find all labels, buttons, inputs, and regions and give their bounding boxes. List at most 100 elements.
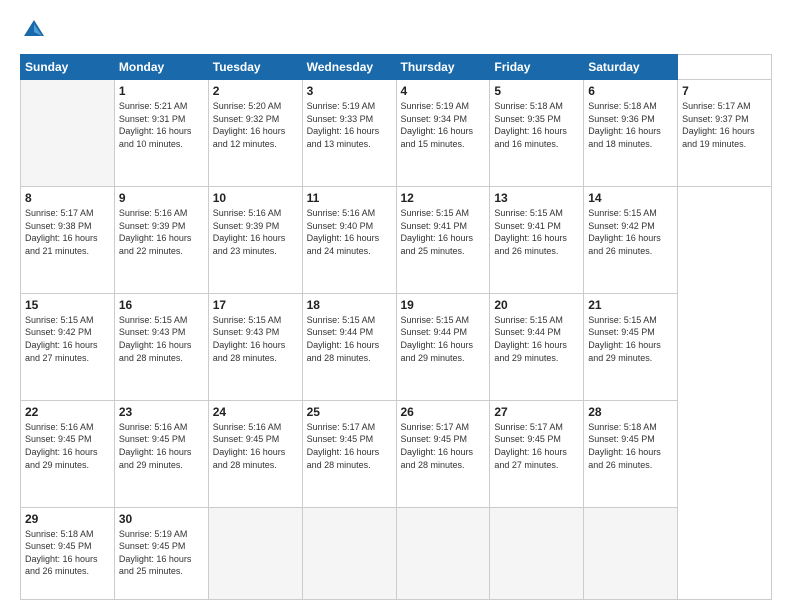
page: SundayMondayTuesdayWednesdayThursdayFrid…: [0, 0, 792, 612]
day-info: Sunrise: 5:18 AMSunset: 9:45 PMDaylight:…: [588, 421, 673, 471]
day-info: Sunrise: 5:16 AMSunset: 9:40 PMDaylight:…: [307, 207, 392, 257]
calendar-day: 4 Sunrise: 5:19 AMSunset: 9:34 PMDaylight…: [396, 80, 490, 187]
calendar-day: 7 Sunrise: 5:17 AMSunset: 9:37 PMDaylight…: [678, 80, 772, 187]
calendar-day: 26 Sunrise: 5:17 AMSunset: 9:45 PMDayligh…: [396, 400, 490, 507]
day-number: 1: [119, 84, 204, 98]
day-number: 26: [401, 405, 486, 419]
day-info: Sunrise: 5:15 AMSunset: 9:41 PMDaylight:…: [401, 207, 486, 257]
calendar-day: 9Sunrise: 5:16 AMSunset: 9:39 PMDaylight…: [114, 186, 208, 293]
calendar-week-row: 22 Sunrise: 5:16 AMSunset: 9:45 PMDayligh…: [21, 400, 772, 507]
day-number: 14: [588, 191, 673, 205]
weekday-header-cell: Saturday: [584, 55, 678, 80]
day-info: Sunrise: 5:15 AMSunset: 9:43 PMDaylight:…: [213, 314, 298, 364]
calendar-day: 8 Sunrise: 5:17 AMSunset: 9:38 PMDaylight…: [21, 186, 115, 293]
day-info: Sunrise: 5:17 AMSunset: 9:38 PMDaylight:…: [25, 207, 110, 257]
weekday-header-cell: Friday: [490, 55, 584, 80]
calendar-day: [490, 507, 584, 599]
calendar-day-empty: [21, 80, 115, 187]
calendar-day: 14 Sunrise: 5:15 AMSunset: 9:42 PMDayligh…: [584, 186, 678, 293]
calendar-week-row: 29 Sunrise: 5:18 AMSunset: 9:45 PMDayligh…: [21, 507, 772, 599]
calendar-body: 1 Sunrise: 5:21 AMSunset: 9:31 PMDaylight…: [21, 80, 772, 600]
day-number: 25: [307, 405, 392, 419]
day-number: 30: [119, 512, 204, 526]
day-number: 27: [494, 405, 579, 419]
day-number: 2: [213, 84, 298, 98]
weekday-header-cell: Wednesday: [302, 55, 396, 80]
day-info: Sunrise: 5:15 AMSunset: 9:42 PMDaylight:…: [588, 207, 673, 257]
day-number: 15: [25, 298, 110, 312]
day-info: Sunrise: 5:16 AMSunset: 9:39 PMDaylight:…: [119, 207, 204, 257]
calendar-day: 21 Sunrise: 5:15 AMSunset: 9:45 PMDayligh…: [584, 293, 678, 400]
day-info: Sunrise: 5:17 AMSunset: 9:45 PMDaylight:…: [401, 421, 486, 471]
calendar-week-row: 15Sunrise: 5:15 AMSunset: 9:42 PMDayligh…: [21, 293, 772, 400]
calendar-day: 29 Sunrise: 5:18 AMSunset: 9:45 PMDayligh…: [21, 507, 115, 599]
weekday-header-cell: Thursday: [396, 55, 490, 80]
calendar-day: 27 Sunrise: 5:17 AMSunset: 9:45 PMDayligh…: [490, 400, 584, 507]
day-number: 13: [494, 191, 579, 205]
day-number: 21: [588, 298, 673, 312]
day-info: Sunrise: 5:19 AMSunset: 9:45 PMDaylight:…: [119, 528, 204, 578]
calendar-day: 22 Sunrise: 5:16 AMSunset: 9:45 PMDayligh…: [21, 400, 115, 507]
calendar-day: 13 Sunrise: 5:15 AMSunset: 9:41 PMDayligh…: [490, 186, 584, 293]
calendar-day: 6 Sunrise: 5:18 AMSunset: 9:36 PMDaylight…: [584, 80, 678, 187]
calendar-day: 10Sunrise: 5:16 AMSunset: 9:39 PMDayligh…: [208, 186, 302, 293]
day-number: 5: [494, 84, 579, 98]
calendar-day: 24 Sunrise: 5:16 AMSunset: 9:45 PMDayligh…: [208, 400, 302, 507]
calendar-week-row: 1 Sunrise: 5:21 AMSunset: 9:31 PMDaylight…: [21, 80, 772, 187]
calendar-day: 18Sunrise: 5:15 AMSunset: 9:44 PMDayligh…: [302, 293, 396, 400]
day-info: Sunrise: 5:19 AMSunset: 9:33 PMDaylight:…: [307, 100, 392, 150]
calendar-day: 5Sunrise: 5:18 AMSunset: 9:35 PMDaylight…: [490, 80, 584, 187]
calendar-day: 25Sunrise: 5:17 AMSunset: 9:45 PMDayligh…: [302, 400, 396, 507]
day-info: Sunrise: 5:18 AMSunset: 9:45 PMDaylight:…: [25, 528, 110, 578]
calendar-day: 28Sunrise: 5:18 AMSunset: 9:45 PMDayligh…: [584, 400, 678, 507]
calendar-day: 20Sunrise: 5:15 AMSunset: 9:44 PMDayligh…: [490, 293, 584, 400]
day-number: 19: [401, 298, 486, 312]
calendar-day: 19Sunrise: 5:15 AMSunset: 9:44 PMDayligh…: [396, 293, 490, 400]
day-number: 7: [682, 84, 767, 98]
calendar-day: 30 Sunrise: 5:19 AMSunset: 9:45 PMDayligh…: [114, 507, 208, 599]
day-info: Sunrise: 5:16 AMSunset: 9:45 PMDaylight:…: [119, 421, 204, 471]
weekday-header-cell: Sunday: [21, 55, 115, 80]
day-number: 6: [588, 84, 673, 98]
calendar-day: 3 Sunrise: 5:19 AMSunset: 9:33 PMDaylight…: [302, 80, 396, 187]
calendar-day: [584, 507, 678, 599]
logo-icon: [20, 16, 48, 44]
calendar-day: 17Sunrise: 5:15 AMSunset: 9:43 PMDayligh…: [208, 293, 302, 400]
day-info: Sunrise: 5:17 AMSunset: 9:37 PMDaylight:…: [682, 100, 767, 150]
day-number: 8: [25, 191, 110, 205]
day-info: Sunrise: 5:20 AMSunset: 9:32 PMDaylight:…: [213, 100, 298, 150]
day-number: 23: [119, 405, 204, 419]
calendar-week-row: 8 Sunrise: 5:17 AMSunset: 9:38 PMDaylight…: [21, 186, 772, 293]
day-info: Sunrise: 5:16 AMSunset: 9:45 PMDaylight:…: [213, 421, 298, 471]
calendar-day: 2 Sunrise: 5:20 AMSunset: 9:32 PMDaylight…: [208, 80, 302, 187]
calendar-day: 15Sunrise: 5:15 AMSunset: 9:42 PMDayligh…: [21, 293, 115, 400]
day-info: Sunrise: 5:18 AMSunset: 9:36 PMDaylight:…: [588, 100, 673, 150]
day-info: Sunrise: 5:15 AMSunset: 9:44 PMDaylight:…: [494, 314, 579, 364]
logo: [20, 16, 52, 44]
weekday-header-cell: Monday: [114, 55, 208, 80]
day-number: 4: [401, 84, 486, 98]
weekday-header-row: SundayMondayTuesdayWednesdayThursdayFrid…: [21, 55, 772, 80]
day-info: Sunrise: 5:15 AMSunset: 9:41 PMDaylight:…: [494, 207, 579, 257]
day-number: 22: [25, 405, 110, 419]
day-info: Sunrise: 5:15 AMSunset: 9:45 PMDaylight:…: [588, 314, 673, 364]
day-info: Sunrise: 5:15 AMSunset: 9:43 PMDaylight:…: [119, 314, 204, 364]
calendar-day: [396, 507, 490, 599]
day-number: 12: [401, 191, 486, 205]
weekday-header-cell: Tuesday: [208, 55, 302, 80]
calendar-day: 12 Sunrise: 5:15 AMSunset: 9:41 PMDayligh…: [396, 186, 490, 293]
calendar-table: SundayMondayTuesdayWednesdayThursdayFrid…: [20, 54, 772, 600]
day-number: 18: [307, 298, 392, 312]
day-info: Sunrise: 5:17 AMSunset: 9:45 PMDaylight:…: [494, 421, 579, 471]
calendar-day: 23 Sunrise: 5:16 AMSunset: 9:45 PMDayligh…: [114, 400, 208, 507]
day-number: 11: [307, 191, 392, 205]
calendar-day: 11 Sunrise: 5:16 AMSunset: 9:40 PMDayligh…: [302, 186, 396, 293]
calendar-day: [208, 507, 302, 599]
day-number: 24: [213, 405, 298, 419]
day-info: Sunrise: 5:19 AMSunset: 9:34 PMDaylight:…: [401, 100, 486, 150]
day-info: Sunrise: 5:16 AMSunset: 9:45 PMDaylight:…: [25, 421, 110, 471]
day-number: 3: [307, 84, 392, 98]
day-info: Sunrise: 5:16 AMSunset: 9:39 PMDaylight:…: [213, 207, 298, 257]
day-info: Sunrise: 5:21 AMSunset: 9:31 PMDaylight:…: [119, 100, 204, 150]
day-number: 29: [25, 512, 110, 526]
